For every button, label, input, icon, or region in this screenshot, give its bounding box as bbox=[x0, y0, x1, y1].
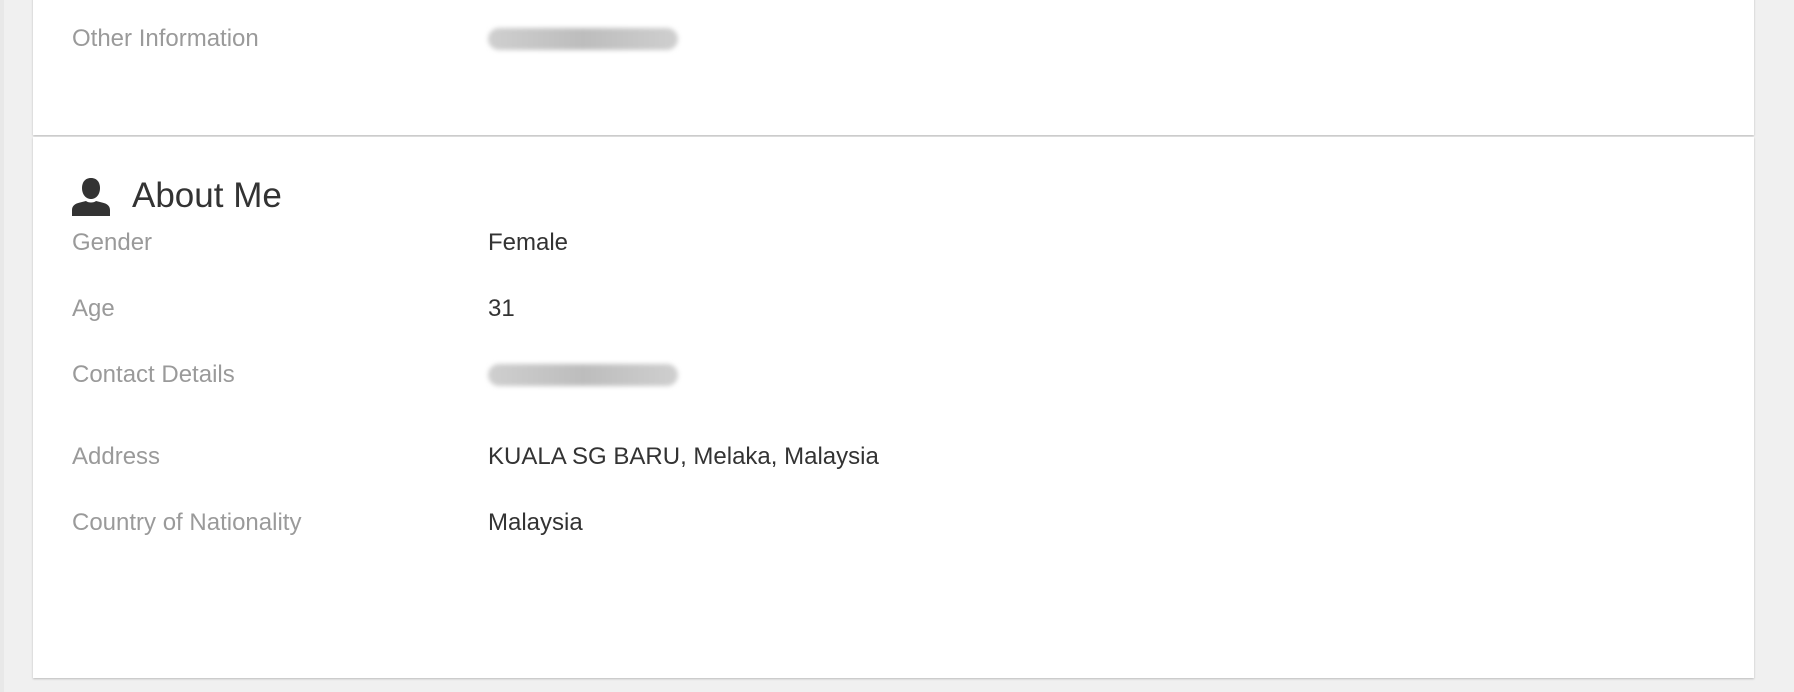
other-info-card: Other Information bbox=[33, 0, 1754, 135]
gender-value: Female bbox=[488, 229, 569, 256]
contact-details-row: Contact Details bbox=[72, 357, 678, 393]
age-value: 31 bbox=[488, 295, 515, 322]
about-me-header: About Me bbox=[72, 173, 282, 219]
about-me-title: About Me bbox=[132, 176, 282, 215]
page-edge bbox=[0, 0, 4, 692]
age-row: Age 31 bbox=[72, 291, 515, 327]
address-label: Address bbox=[72, 443, 161, 470]
gender-label: Gender bbox=[72, 229, 153, 256]
country-of-nationality-label: Country of Nationality bbox=[72, 509, 302, 536]
address-row: Address KUALA SG BARU, Melaka, Malaysia bbox=[72, 439, 879, 475]
other-information-value-redacted bbox=[488, 28, 678, 50]
contact-details-label: Contact Details bbox=[72, 361, 235, 388]
country-of-nationality-value: Malaysia bbox=[488, 509, 583, 536]
user-icon bbox=[72, 178, 110, 216]
about-me-card: About Me Gender Female Age 31 Contact De… bbox=[33, 137, 1754, 678]
gender-row: Gender Female bbox=[72, 225, 568, 261]
other-information-label: Other Information bbox=[72, 25, 259, 52]
contact-details-value-redacted bbox=[488, 364, 678, 386]
other-information-row: Other Information bbox=[72, 21, 678, 57]
country-of-nationality-row: Country of Nationality Malaysia bbox=[72, 505, 583, 541]
address-value: KUALA SG BARU, Melaka, Malaysia bbox=[488, 443, 879, 470]
age-label: Age bbox=[72, 295, 115, 322]
